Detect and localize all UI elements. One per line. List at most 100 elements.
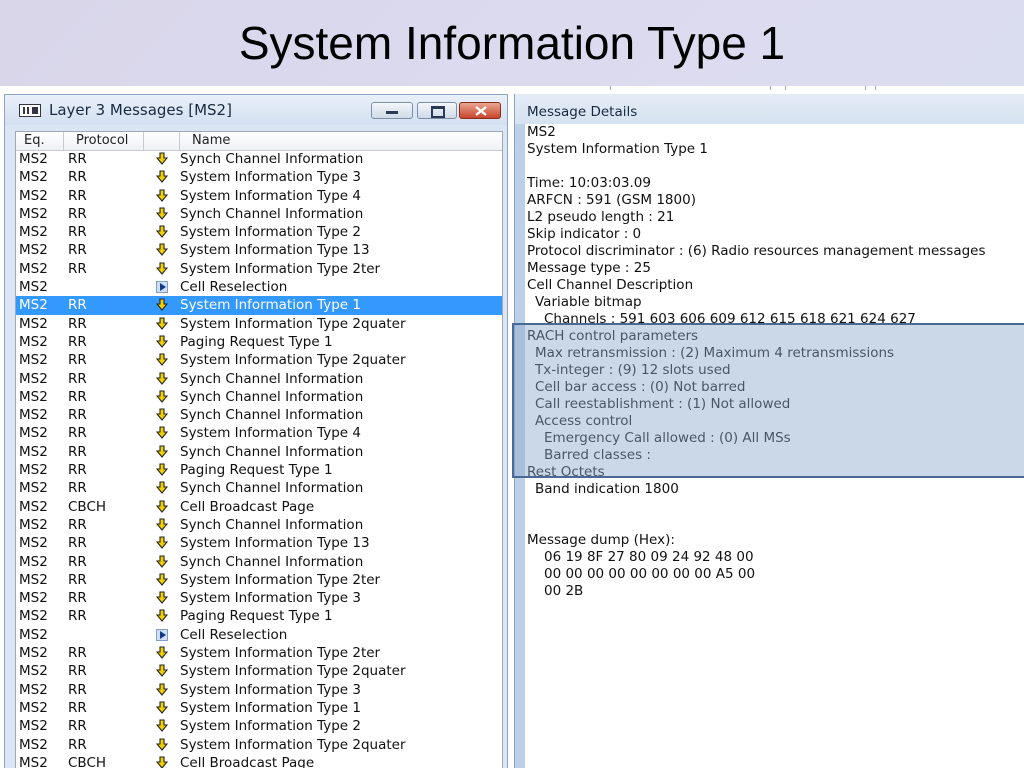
column-header-icon[interactable] xyxy=(144,132,180,150)
row-protocol: RR xyxy=(68,718,87,735)
minimize-button[interactable] xyxy=(371,102,413,119)
row-name: System Information Type 2quater xyxy=(180,663,406,680)
table-row[interactable]: MS2 RR System Information Type 2quater xyxy=(16,662,502,680)
close-button[interactable] xyxy=(459,102,501,119)
row-protocol: RR xyxy=(68,571,87,588)
table-row[interactable]: MS2 Cell Reselection xyxy=(16,626,502,644)
window-title: Layer 3 Messages [MS2] xyxy=(49,101,232,119)
detail-line: Barred classes : xyxy=(544,447,651,463)
table-row[interactable]: MS2 RR Paging Request Type 1 xyxy=(16,333,502,351)
down-arrow-icon xyxy=(156,241,170,259)
window-titlebar[interactable]: Layer 3 Messages [MS2] xyxy=(5,95,507,125)
row-eq: MS2 xyxy=(19,754,48,768)
row-eq: MS2 xyxy=(19,242,48,259)
row-eq: MS2 xyxy=(19,663,48,680)
close-icon xyxy=(475,106,487,116)
table-row[interactable]: MS2 RR System Information Type 3 xyxy=(16,681,502,699)
row-eq: MS2 xyxy=(19,407,48,424)
table-row[interactable]: MS2 RR System Information Type 4 xyxy=(16,187,502,205)
row-name: System Information Type 3 xyxy=(180,681,361,698)
down-arrow-icon xyxy=(156,498,170,516)
detail-line xyxy=(527,515,1024,532)
play-icon xyxy=(156,278,170,296)
row-name: Paging Request Type 1 xyxy=(180,462,333,479)
detail-line: 06 19 8F 27 80 09 24 92 48 00 xyxy=(544,549,754,565)
row-protocol: RR xyxy=(68,480,87,497)
table-row[interactable]: MS2 Cell Reselection xyxy=(16,278,502,296)
table-row[interactable]: MS2 RR System Information Type 2ter xyxy=(16,260,502,278)
table-row[interactable]: MS2 RR System Information Type 1 xyxy=(16,296,502,315)
table-row[interactable]: MS2 RR System Information Type 2ter xyxy=(16,571,502,589)
table-row[interactable]: MS2 RR Synch Channel Information xyxy=(16,388,502,406)
row-name: Paging Request Type 1 xyxy=(180,333,333,350)
down-arrow-icon xyxy=(156,607,170,625)
row-protocol: RR xyxy=(68,590,87,607)
table-row[interactable]: MS2 RR Synch Channel Information xyxy=(16,406,502,424)
table-row[interactable]: MS2 RR System Information Type 2 xyxy=(16,223,502,241)
message-details-panel[interactable]: Message Details MS2 System Information Ty… xyxy=(514,94,1024,768)
detail-line: ARFCN : 591 (GSM 1800) xyxy=(527,192,696,208)
row-name: System Information Type 4 xyxy=(180,187,361,204)
row-name: System Information Type 2ter xyxy=(180,571,381,588)
row-name: Synch Channel Information xyxy=(180,151,364,167)
down-arrow-icon xyxy=(156,424,170,442)
table-row[interactable]: MS2 RR Paging Request Type 1 xyxy=(16,607,502,625)
table-row[interactable]: MS2 RR Synch Channel Information xyxy=(16,150,502,168)
layer3-messages-window[interactable]: Layer 3 Messages [MS2] Eq. Protocol Name… xyxy=(4,94,508,768)
table-row[interactable]: MS2 RR System Information Type 2quater xyxy=(16,351,502,369)
table-row[interactable]: MS2 RR System Information Type 2ter xyxy=(16,644,502,662)
details-title: Message Details xyxy=(527,104,638,120)
table-row[interactable]: MS2 RR Synch Channel Information xyxy=(16,205,502,223)
down-arrow-icon xyxy=(156,205,170,223)
down-arrow-icon xyxy=(156,589,170,607)
table-row[interactable]: MS2 RR System Information Type 13 xyxy=(16,534,502,552)
table-row[interactable]: MS2 RR Synch Channel Information xyxy=(16,443,502,461)
table-row[interactable]: MS2 RR Synch Channel Information xyxy=(16,553,502,571)
details-body: MS2 System Information Type 1 Time: 10:03:… xyxy=(527,124,1024,600)
down-arrow-icon xyxy=(156,736,170,754)
row-protocol: RR xyxy=(68,663,87,680)
table-row[interactable]: MS2 RR Synch Channel Information xyxy=(16,370,502,388)
column-header-name[interactable]: Name xyxy=(180,132,500,150)
detail-line: Protocol discriminator : (6) Radio resou… xyxy=(527,243,986,259)
row-eq: MS2 xyxy=(19,718,48,735)
detail-line: Message type : 25 xyxy=(527,260,651,276)
detail-line: Band indication 1800 xyxy=(535,481,679,497)
row-name: System Information Type 3 xyxy=(180,590,361,607)
down-arrow-icon xyxy=(156,187,170,205)
row-eq: MS2 xyxy=(19,297,48,314)
table-row[interactable]: MS2 RR Synch Channel Information xyxy=(16,516,502,534)
table-row[interactable]: MS2 RR System Information Type 4 xyxy=(16,424,502,442)
row-eq: MS2 xyxy=(19,480,48,497)
row-eq: MS2 xyxy=(19,681,48,698)
down-arrow-icon xyxy=(156,296,170,314)
row-protocol: RR xyxy=(68,187,87,204)
detail-line: Max retransmission : (2) Maximum 4 retra… xyxy=(535,345,895,361)
table-row[interactable]: MS2 RR System Information Type 3 xyxy=(16,589,502,607)
message-list[interactable]: Eq. Protocol Name MS2 RR Synch Channel Inf… xyxy=(15,131,503,768)
down-arrow-icon xyxy=(156,699,170,717)
down-arrow-icon xyxy=(156,681,170,699)
column-header-eq[interactable]: Eq. xyxy=(16,132,64,150)
detail-line: MS2 xyxy=(527,124,556,140)
column-header-protocol[interactable]: Protocol xyxy=(64,132,144,150)
maximize-button[interactable] xyxy=(417,102,457,119)
table-row[interactable]: MS2 RR System Information Type 13 xyxy=(16,241,502,259)
down-arrow-icon xyxy=(156,168,170,186)
table-row[interactable]: MS2 RR Synch Channel Information xyxy=(16,479,502,497)
detail-line: Message dump (Hex): xyxy=(527,532,675,548)
row-eq: MS2 xyxy=(19,187,48,204)
table-row[interactable]: MS2 RR System Information Type 2quater xyxy=(16,315,502,333)
down-arrow-icon xyxy=(156,644,170,662)
row-protocol: RR xyxy=(68,242,87,259)
table-row[interactable]: MS2 RR System Information Type 2 xyxy=(16,717,502,735)
table-row[interactable]: MS2 RR Paging Request Type 1 xyxy=(16,461,502,479)
table-row[interactable]: MS2 RR System Information Type 1 xyxy=(16,699,502,717)
row-eq: MS2 xyxy=(19,498,48,515)
table-row[interactable]: MS2 CBCH Cell Broadcast Page xyxy=(16,498,502,516)
table-row[interactable]: MS2 RR System Information Type 3 xyxy=(16,168,502,186)
table-row[interactable]: MS2 CBCH Cell Broadcast Page xyxy=(16,754,502,768)
row-name: Synch Channel Information xyxy=(180,480,364,497)
details-left-strip xyxy=(515,124,525,768)
table-row[interactable]: MS2 RR System Information Type 2quater xyxy=(16,736,502,754)
